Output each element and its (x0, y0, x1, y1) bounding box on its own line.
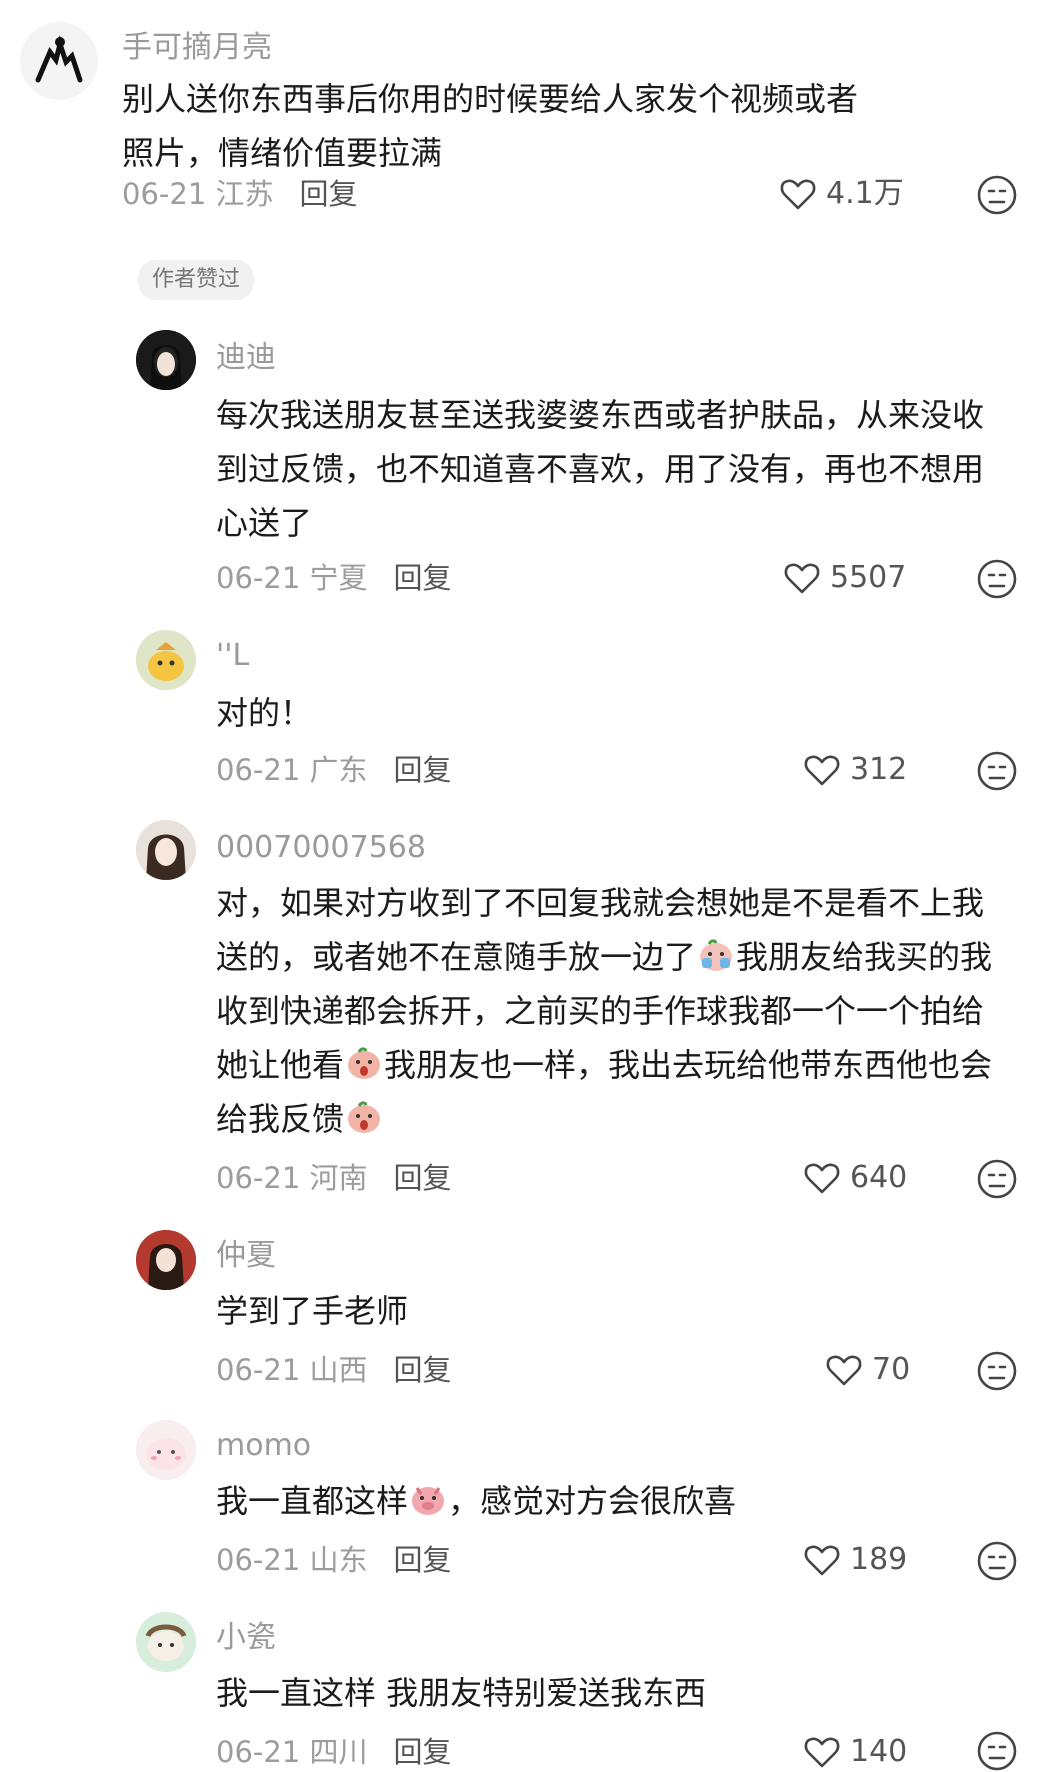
reply-button[interactable]: 回复 (394, 750, 452, 790)
username[interactable]: 手可摘月亮 (122, 28, 272, 68)
comment-date-location: 06-21 江苏 (122, 177, 274, 211)
surprised-face-emoji-icon (348, 1047, 381, 1079)
avatar[interactable] (136, 1612, 196, 1672)
angry-pig-emoji-icon (412, 1487, 445, 1515)
reply-button[interactable]: 回复 (394, 1540, 452, 1580)
comment-date-location: 06-21 山东 (216, 1543, 368, 1577)
heart-outline-icon (804, 1163, 840, 1194)
surprised-face-emoji-icon (348, 1101, 381, 1133)
comment-date-location: 06-21 四川 (216, 1735, 368, 1769)
comment-text: 别人送你东西事后你用的时候要给人家发个视频或者照片，情绪价值要拉满 (122, 80, 859, 172)
comment-meta: 06-21 山东 回复 (216, 1540, 452, 1580)
like-count: 140 (850, 1734, 908, 1769)
comment-text-part: 我一直都这样 (216, 1482, 409, 1520)
avatar-image (136, 820, 196, 880)
comment-date-location: 06-21 河南 (216, 1161, 368, 1195)
heart-outline-icon (804, 1545, 840, 1576)
comment-date-location: 06-21 广东 (216, 753, 368, 787)
avatar-image (20, 22, 98, 100)
comment-text: 我一直这样 我朋友特别爱送我东西 (216, 1674, 707, 1712)
heart-outline-icon (780, 179, 816, 210)
avatar-image (136, 1420, 196, 1480)
username[interactable]: 仲夏 (216, 1236, 276, 1276)
avatar-image (136, 330, 196, 390)
comment-text: 学到了手老师 (216, 1292, 409, 1330)
neutral-face-icon[interactable] (976, 1540, 1018, 1582)
avatar-image (136, 1230, 196, 1290)
like-count: 312 (850, 752, 908, 787)
like-button[interactable]: 312 (802, 750, 907, 790)
username[interactable]: momo (216, 1426, 311, 1466)
username[interactable]: 小瓷 (216, 1618, 276, 1658)
reply-button[interactable]: 回复 (394, 1350, 452, 1390)
like-count: 4.1万 (826, 176, 904, 211)
like-button[interactable]: 189 (802, 1540, 907, 1580)
neutral-face-icon[interactable] (976, 558, 1018, 600)
comment-text: 每次我送朋友甚至送我婆婆东西或者护肤品，从来没收到过反馈，也不知道喜不喜欢，用了… (216, 396, 985, 542)
neutral-face-icon[interactable] (976, 1158, 1018, 1200)
comment-meta: 06-21 河南 回复 (216, 1158, 452, 1198)
like-count: 5507 (830, 560, 907, 595)
comment-text: 我一直都这样 ，感觉对方会很欣喜 (216, 1474, 1010, 1528)
like-button[interactable]: 640 (802, 1158, 907, 1198)
heart-outline-icon (784, 563, 820, 594)
neutral-face-icon[interactable] (976, 750, 1018, 792)
neutral-face-icon[interactable] (976, 1730, 1018, 1772)
avatar[interactable] (136, 1230, 196, 1290)
comment-meta: 06-21 江苏 回复 (122, 174, 358, 214)
reply-button[interactable]: 回复 (394, 1732, 452, 1772)
crying-face-emoji-icon (700, 939, 733, 971)
heart-outline-icon (804, 1737, 840, 1768)
username[interactable]: 00070007568 (216, 828, 426, 868)
comment-text-part: ，感觉对方会很欣喜 (448, 1482, 737, 1520)
comment-meta: 06-21 广东 回复 (216, 750, 452, 790)
avatar[interactable] (136, 1420, 196, 1480)
reply-button[interactable]: 回复 (300, 174, 358, 214)
heart-outline-icon (826, 1355, 862, 1386)
neutral-face-icon[interactable] (976, 174, 1018, 216)
reply-button[interactable]: 回复 (394, 558, 452, 598)
comment-date-location: 06-21 宁夏 (216, 561, 368, 595)
like-button[interactable]: 70 (824, 1350, 910, 1390)
comment-text: 对的！ (216, 694, 313, 732)
heart-outline-icon (804, 755, 840, 786)
like-button[interactable]: 4.1万 (778, 174, 904, 214)
comment-meta: 06-21 山西 回复 (216, 1350, 452, 1390)
avatar[interactable] (20, 22, 98, 100)
like-count: 640 (850, 1160, 908, 1195)
reply-button[interactable]: 回复 (394, 1158, 452, 1198)
comment-meta: 06-21 宁夏 回复 (216, 558, 452, 598)
comment-date-location: 06-21 山西 (216, 1353, 368, 1387)
neutral-face-icon[interactable] (976, 1350, 1018, 1392)
avatar-image (136, 1612, 196, 1672)
avatar-image (136, 630, 196, 690)
comment-text: 对，如果对方收到了不回复我就会想她是不是看不上我送的，或者她不在意随手放一边了我… (216, 876, 1010, 1146)
avatar[interactable] (136, 820, 196, 880)
avatar[interactable] (136, 330, 196, 390)
comment-meta: 06-21 四川 回复 (216, 1732, 452, 1772)
like-button[interactable]: 140 (802, 1732, 907, 1772)
username[interactable]: ''L (216, 636, 249, 676)
username[interactable]: 迪迪 (216, 338, 276, 378)
like-count: 70 (872, 1352, 911, 1387)
like-count: 189 (850, 1542, 908, 1577)
author-liked-badge: 作者赞过 (138, 260, 255, 300)
like-button[interactable]: 5507 (782, 558, 906, 598)
avatar[interactable] (136, 630, 196, 690)
